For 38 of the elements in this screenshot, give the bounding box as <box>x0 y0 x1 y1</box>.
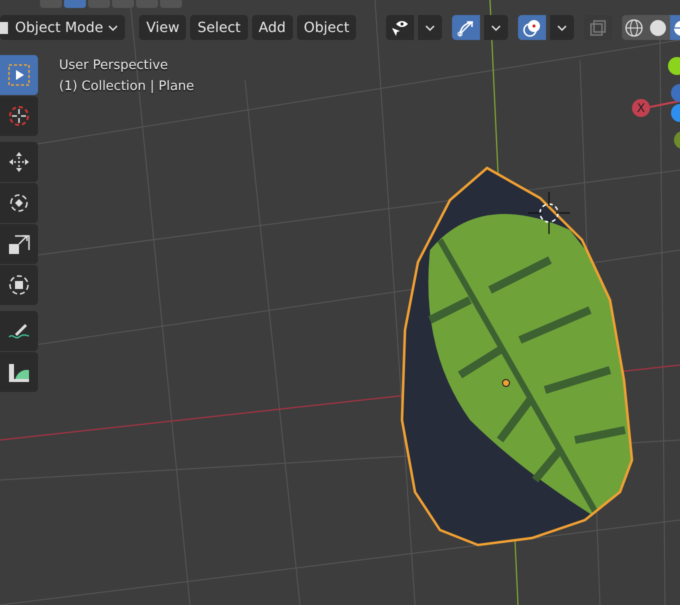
transform-icon <box>7 273 31 297</box>
tool-button[interactable] <box>0 265 38 305</box>
menu-button[interactable]: Object <box>296 15 356 40</box>
view-name: User Perspective <box>59 57 170 75</box>
toggle-button[interactable] <box>518 15 546 40</box>
crosshair-icon <box>7 104 31 128</box>
cube-icon <box>0 20 10 36</box>
tool-button[interactable] <box>0 224 38 264</box>
dropdown-button[interactable] <box>550 15 574 40</box>
3d-cursor-icon <box>527 191 571 235</box>
tool-button[interactable] <box>0 55 38 95</box>
origin-dot <box>502 379 510 387</box>
chevron-down-icon <box>491 24 501 30</box>
chevron-down-icon <box>108 24 118 30</box>
object-info: (1) Collection | Plane <box>59 78 194 96</box>
mode-dropdown[interactable]: Object Mode <box>0 15 126 40</box>
solid-sphere-icon <box>649 18 667 36</box>
tool-button[interactable] <box>0 142 38 182</box>
shading-button[interactable] <box>622 15 646 40</box>
menu-button[interactable]: Add <box>252 15 293 40</box>
dropdown-button[interactable] <box>484 15 508 40</box>
tool-button[interactable] <box>0 311 38 351</box>
wireframe-sphere-icon <box>625 18 643 36</box>
chevron-down-icon <box>557 24 567 30</box>
dropdown-button[interactable] <box>418 15 442 40</box>
overlapping-squares-icon <box>588 18 608 38</box>
chevron-down-icon <box>425 24 435 30</box>
gizmo-x-line <box>650 100 680 108</box>
menu-button[interactable]: Select <box>190 15 248 40</box>
tool-button[interactable] <box>0 183 38 223</box>
select-box-icon <box>7 63 31 87</box>
toggle-button[interactable] <box>452 15 480 40</box>
shading-button[interactable] <box>646 15 670 40</box>
move-arrows-icon <box>7 150 31 174</box>
overlapping-circles-icon <box>522 18 542 38</box>
tool-button[interactable] <box>0 352 38 392</box>
menu-button[interactable]: View <box>139 15 186 40</box>
toggle-button[interactable] <box>386 15 414 40</box>
